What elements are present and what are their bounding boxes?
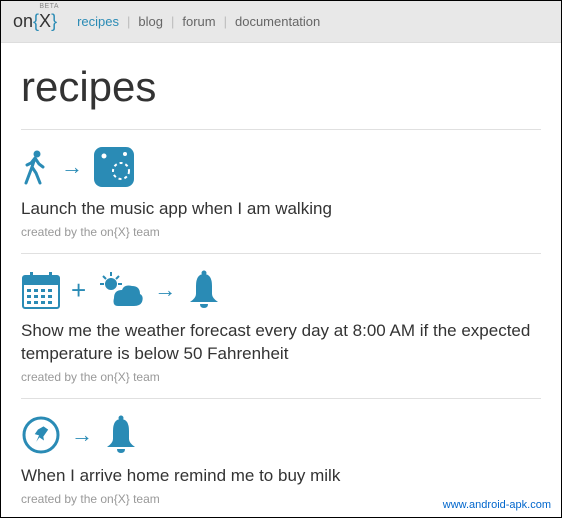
bell-icon	[186, 270, 222, 310]
recipe-item[interactable]: + → S	[21, 253, 541, 398]
recipe-title: Show me the weather forecast every day a…	[21, 320, 541, 366]
nav: recipes | blog | forum | documentation	[73, 14, 324, 29]
logo-brace-close: }	[51, 11, 57, 31]
nav-separator: |	[224, 14, 227, 29]
header: BETA on{X} recipes | blog | forum | docu…	[1, 1, 561, 43]
app-tile-icon	[93, 146, 135, 188]
arrow-icon: →	[154, 279, 176, 301]
recipe-author: created by the on{X} team	[21, 225, 541, 239]
calendar-icon	[21, 270, 61, 310]
beta-badge: BETA	[39, 3, 59, 10]
logo-x: X	[39, 11, 51, 31]
recipe-author: created by the on{X} team	[21, 370, 541, 384]
plus-icon: +	[71, 277, 86, 303]
content: recipes → Launch the music app when I am…	[1, 43, 561, 520]
nav-recipes[interactable]: recipes	[73, 14, 123, 29]
nav-separator: |	[171, 14, 174, 29]
walking-icon	[21, 149, 51, 185]
nav-forum[interactable]: forum	[178, 14, 219, 29]
arrow-icon: →	[61, 156, 83, 178]
nav-documentation[interactable]: documentation	[231, 14, 324, 29]
recipe-icons: + →	[21, 270, 541, 310]
recipe-title: Launch the music app when I am walking	[21, 198, 541, 221]
watermark: www.android-apk.com	[443, 499, 551, 511]
logo-on: on	[13, 11, 33, 31]
weather-icon	[96, 270, 144, 310]
bell-icon	[103, 415, 139, 455]
nav-separator: |	[127, 14, 130, 29]
recipe-title: When I arrive home remind me to buy milk	[21, 465, 541, 488]
recipe-item[interactable]: → Launch the music app when I am walking…	[21, 129, 541, 253]
recipe-icons: →	[21, 146, 541, 188]
recipe-icons: →	[21, 415, 541, 455]
page-title: recipes	[21, 63, 541, 111]
logo[interactable]: BETA on{X}	[13, 11, 57, 32]
nav-blog[interactable]: blog	[134, 14, 167, 29]
arrow-icon: →	[71, 424, 93, 446]
pin-circle-icon	[21, 415, 61, 455]
